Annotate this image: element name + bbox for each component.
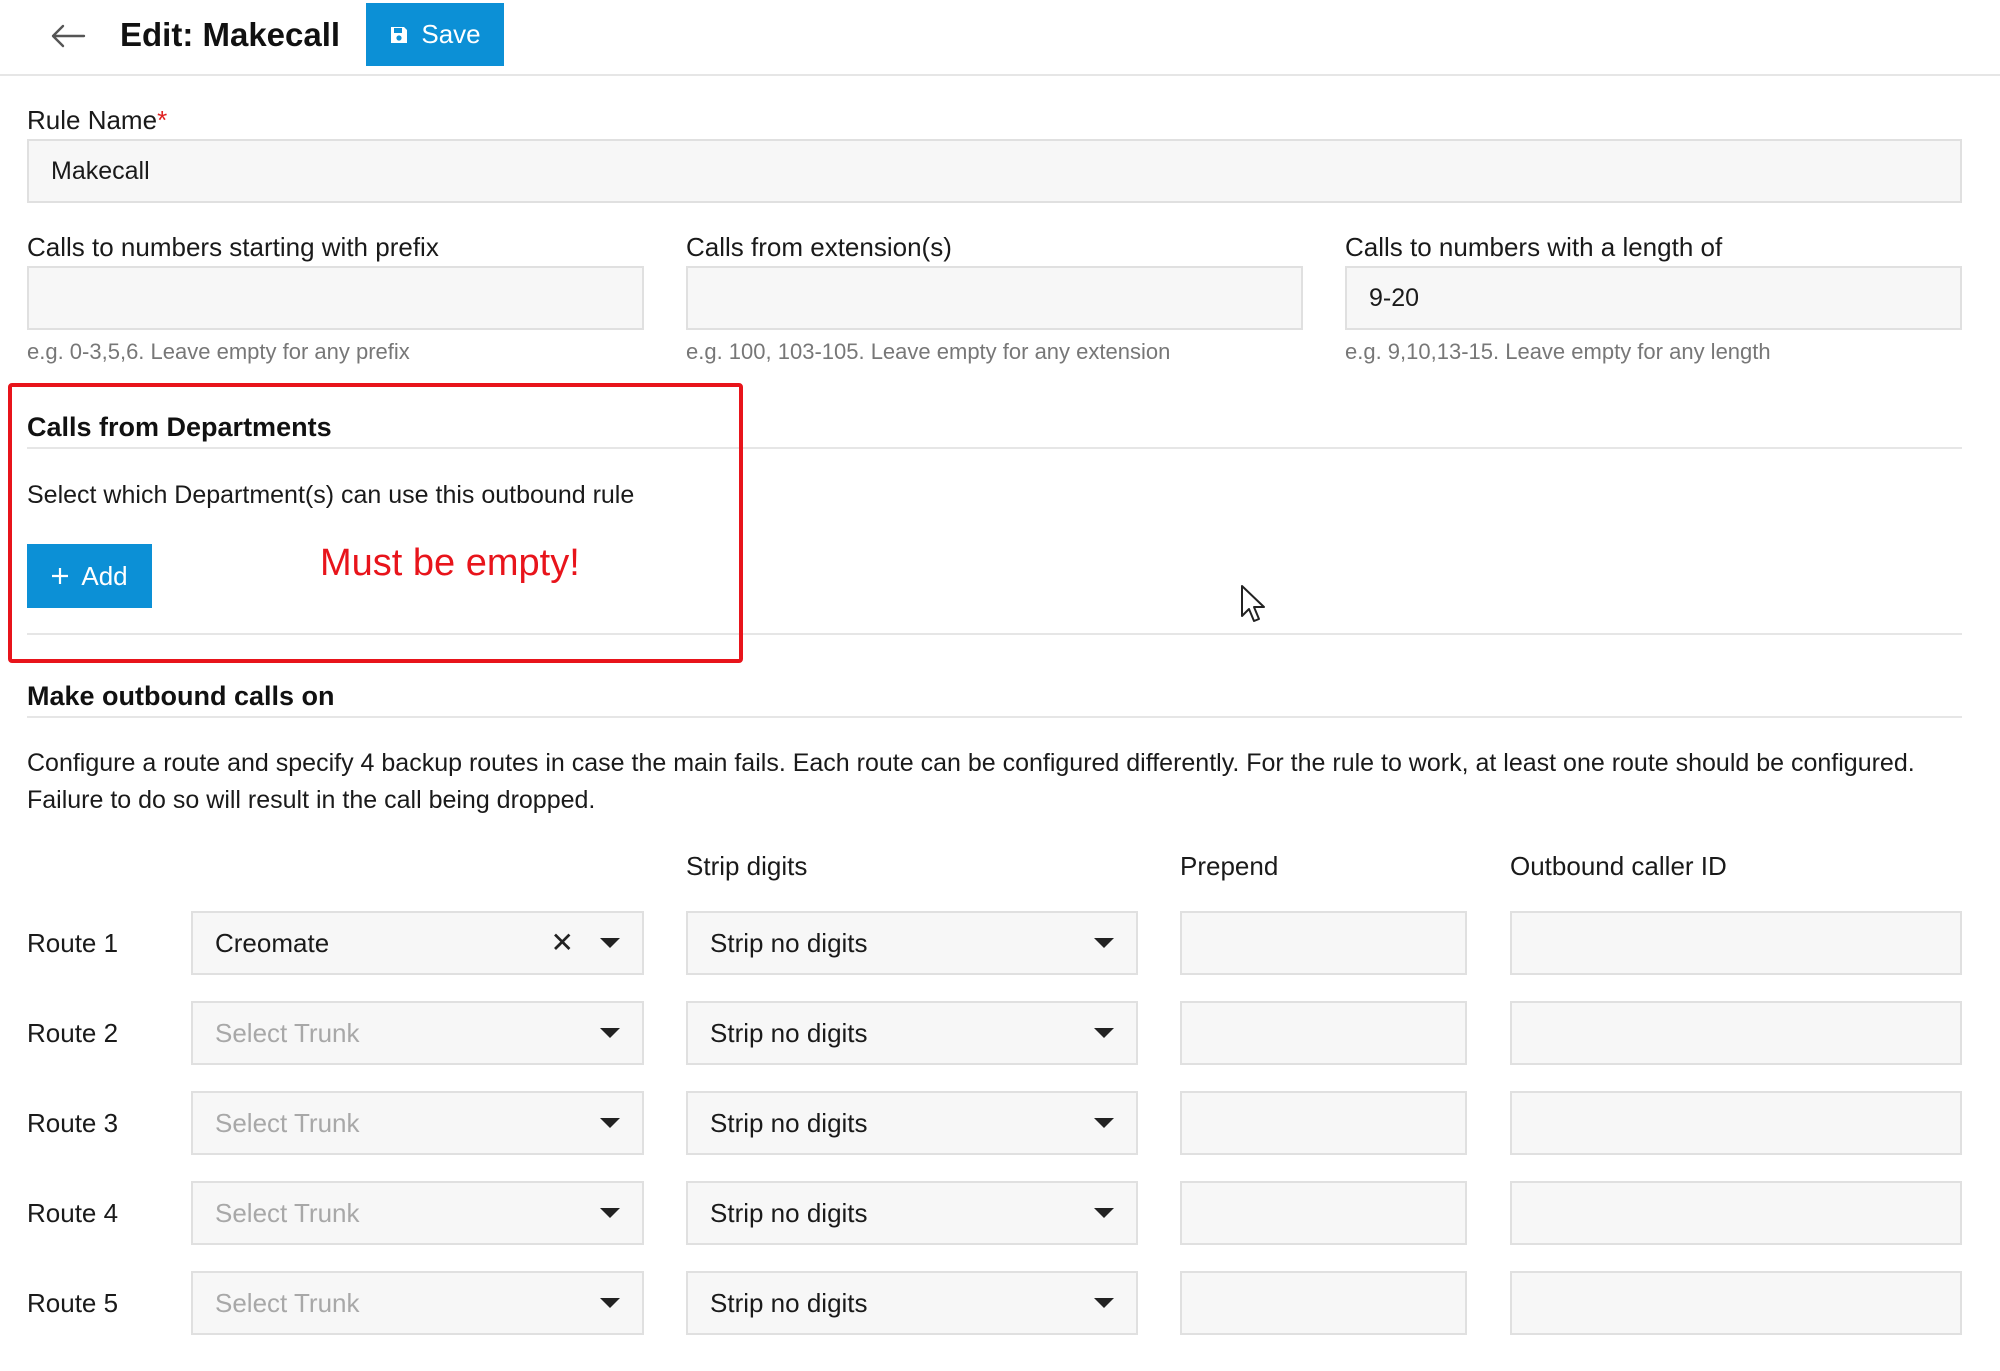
extensions-hint: e.g. 100, 103-105. Leave empty for any e… xyxy=(686,339,1171,364)
route-2-trunk-select[interactable]: Select Trunk xyxy=(191,1001,644,1065)
annotation-text: Must be empty! xyxy=(320,542,580,584)
outbound-title: Make outbound calls on xyxy=(27,681,335,711)
route-1-strip-select[interactable]: Strip no digits xyxy=(686,911,1138,975)
required-marker: * xyxy=(157,105,168,135)
clear-icon[interactable]: ✕ xyxy=(551,929,574,957)
rule-name-input[interactable]: Makecall xyxy=(27,139,1962,203)
rule-name-label: Rule Name* xyxy=(27,104,167,136)
route-4-trunk-placeholder: Select Trunk xyxy=(215,1197,360,1228)
route-1-trunk-value: Creomate xyxy=(215,927,330,958)
length-input[interactable]: 9-20 xyxy=(1345,266,1962,330)
route-4-strip-select[interactable]: Strip no digits xyxy=(686,1181,1138,1245)
route-3-strip-value: Strip no digits xyxy=(710,1107,868,1138)
route-5-strip-select[interactable]: Strip no digits xyxy=(686,1271,1138,1335)
route-3-strip-select[interactable]: Strip no digits xyxy=(686,1091,1138,1155)
extensions-label: Calls from extension(s) xyxy=(686,232,952,262)
chevron-down-icon xyxy=(600,1028,620,1038)
route-5-caller-id-input[interactable] xyxy=(1510,1271,1962,1335)
back-button[interactable] xyxy=(44,14,92,58)
route-3-trunk-placeholder: Select Trunk xyxy=(215,1107,360,1138)
route-3-prepend-input[interactable] xyxy=(1180,1091,1467,1155)
route-5-strip-value: Strip no digits xyxy=(710,1287,868,1318)
length-value: 9-20 xyxy=(1369,283,1420,312)
annotation-highlight-box xyxy=(8,383,743,663)
route-4-trunk-select[interactable]: Select Trunk xyxy=(191,1181,644,1245)
route-1-strip-value: Strip no digits xyxy=(710,927,868,958)
save-button[interactable]: Save xyxy=(366,3,504,66)
route-2-prepend-input[interactable] xyxy=(1180,1001,1467,1065)
route-1-label: Route 1 xyxy=(27,928,119,958)
chevron-down-icon xyxy=(1094,1028,1114,1038)
chevron-down-icon xyxy=(1094,1118,1114,1128)
chevron-down-icon xyxy=(1094,1298,1114,1308)
outbound-caller-id-header: Outbound caller ID xyxy=(1510,851,1727,881)
route-2-strip-select[interactable]: Strip no digits xyxy=(686,1001,1138,1065)
rule-name-label-text: Rule Name xyxy=(27,105,158,135)
route-4-label: Route 4 xyxy=(27,1198,119,1228)
extensions-input[interactable] xyxy=(686,266,1303,330)
route-5-trunk-select[interactable]: Select Trunk xyxy=(191,1271,644,1335)
route-5-prepend-input[interactable] xyxy=(1180,1271,1467,1335)
route-4-strip-value: Strip no digits xyxy=(710,1197,868,1228)
chevron-down-icon xyxy=(1094,938,1114,948)
length-label: Calls to numbers with a length of xyxy=(1345,232,1723,262)
prefix-hint: e.g. 0-3,5,6. Leave empty for any prefix xyxy=(27,339,410,364)
route-3-caller-id-input[interactable] xyxy=(1510,1091,1962,1155)
outbound-description: Configure a route and specify 4 backup r… xyxy=(27,749,1915,814)
route-2-label: Route 2 xyxy=(27,1018,119,1048)
length-hint: e.g. 9,10,13-15. Leave empty for any len… xyxy=(1345,339,1771,364)
route-4-prepend-input[interactable] xyxy=(1180,1181,1467,1245)
route-3-trunk-select[interactable]: Select Trunk xyxy=(191,1091,644,1155)
prepend-header: Prepend xyxy=(1180,851,1279,881)
route-2-caller-id-input[interactable] xyxy=(1510,1001,1962,1065)
route-2-strip-value: Strip no digits xyxy=(710,1017,868,1048)
prefix-label: Calls to numbers starting with prefix xyxy=(27,232,439,262)
route-1-caller-id-input[interactable] xyxy=(1510,911,1962,975)
route-1-trunk-select[interactable]: Creomate ✕ xyxy=(191,911,644,975)
mouse-cursor-icon xyxy=(1240,584,1268,629)
route-5-trunk-placeholder: Select Trunk xyxy=(215,1287,360,1318)
route-1-prepend-input[interactable] xyxy=(1180,911,1467,975)
route-4-caller-id-input[interactable] xyxy=(1510,1181,1962,1245)
chevron-down-icon xyxy=(600,1298,620,1308)
save-button-label: Save xyxy=(421,19,481,49)
strip-digits-header: Strip digits xyxy=(686,851,808,881)
route-5-label: Route 5 xyxy=(27,1288,119,1318)
arrow-left-icon xyxy=(51,24,86,48)
chevron-down-icon xyxy=(1094,1208,1114,1218)
chevron-down-icon xyxy=(600,1118,620,1128)
rule-name-value: Makecall xyxy=(51,156,150,185)
route-3-label: Route 3 xyxy=(27,1108,119,1138)
floppy-disk-icon xyxy=(391,26,408,43)
prefix-input[interactable] xyxy=(27,266,644,330)
outbound-divider xyxy=(27,716,1962,718)
page-title: Edit: Makecall xyxy=(120,16,341,53)
route-2-trunk-placeholder: Select Trunk xyxy=(215,1017,360,1048)
chevron-down-icon xyxy=(600,938,620,948)
chevron-down-icon xyxy=(600,1208,620,1218)
